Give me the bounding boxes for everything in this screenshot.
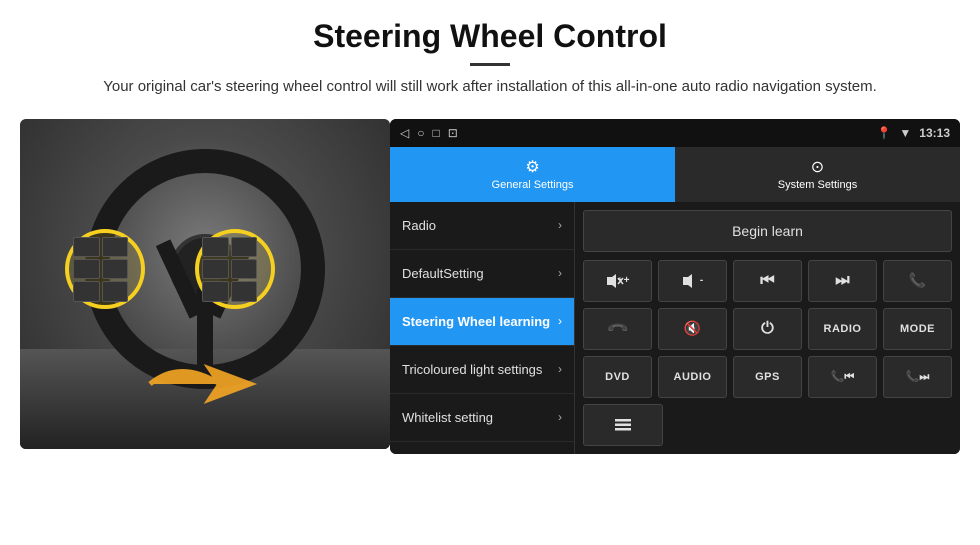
tel-next-button[interactable]: 📞⏭ [883, 356, 952, 398]
begin-learn-row: Begin learn [583, 210, 952, 252]
default-arrow-icon: › [558, 266, 562, 280]
dvd-button[interactable]: DVD [583, 356, 652, 398]
page-subtitle: Your original car's steering wheel contr… [60, 76, 920, 99]
tel-prev-button[interactable]: 📞⏮ [808, 356, 877, 398]
gps-button[interactable]: GPS [733, 356, 802, 398]
clock: 13:13 [919, 126, 950, 140]
control-panel: Begin learn + + [575, 202, 960, 454]
begin-learn-button[interactable]: Begin learn [583, 210, 952, 252]
back-icon[interactable]: ◁ [400, 126, 409, 140]
control-grid: + + - ⏮ [583, 260, 952, 446]
tabs-row: ⚙ General Settings ⊙ System Settings [390, 147, 960, 202]
screen-icon[interactable]: ⊡ [448, 126, 458, 140]
arrow-graphic [140, 349, 260, 419]
menu-item-whitelist[interactable]: Whitelist setting › [390, 394, 574, 442]
general-settings-icon: ⚙ [525, 157, 539, 177]
settings-content: Radio › DefaultSetting › Steering Wheel … [390, 202, 960, 454]
menu-tricoloured-label: Tricoloured light settings [402, 362, 542, 377]
tab-system-label: System Settings [778, 179, 857, 191]
page-title: Steering Wheel Control [60, 18, 920, 55]
dvd-label: DVD [605, 371, 630, 383]
title-divider [470, 63, 510, 66]
audio-button[interactable]: AUDIO [658, 356, 727, 398]
control-row-1: + + - ⏮ [583, 260, 952, 302]
svg-text:+: + [617, 275, 622, 284]
mute-button[interactable]: 🔇 [658, 308, 727, 350]
menu-default-label: DefaultSetting [402, 266, 484, 281]
radio-arrow-icon: › [558, 218, 562, 232]
home-icon[interactable]: ○ [417, 126, 424, 140]
whitelist-arrow-icon: › [558, 410, 562, 424]
tab-system[interactable]: ⊙ System Settings [675, 147, 960, 202]
menu-item-tricoloured[interactable]: Tricoloured light settings › [390, 346, 574, 394]
tab-general[interactable]: ⚙ General Settings [390, 147, 675, 202]
radio-mode-button[interactable]: RADIO [808, 308, 877, 350]
gps-label: GPS [755, 371, 780, 383]
status-right: 📍 ▼ 13:13 [876, 126, 950, 140]
control-row-3: DVD AUDIO GPS 📞⏮ 📞⏭ [583, 356, 952, 398]
control-row-2: 📞 🔇 ⏻ RADIO MODE [583, 308, 952, 350]
wifi-icon: ▼ [899, 126, 911, 140]
system-settings-icon: ⊙ [811, 157, 824, 177]
location-icon: 📍 [876, 126, 891, 140]
mode-button[interactable]: MODE [883, 308, 952, 350]
page-header: Steering Wheel Control Your original car… [0, 0, 980, 109]
vol-down-button[interactable]: - [658, 260, 727, 302]
prev-track-button[interactable]: ⏮ [733, 260, 802, 302]
tricoloured-arrow-icon: › [558, 362, 562, 376]
nav-icons: ◁ ○ □ ⊡ [400, 126, 458, 140]
menu-item-radio[interactable]: Radio › [390, 202, 574, 250]
vol-up-button[interactable]: + + [583, 260, 652, 302]
status-bar: ◁ ○ □ ⊡ 📍 ▼ 13:13 [390, 119, 960, 147]
mode-btn-label: MODE [900, 323, 935, 335]
android-panel: ◁ ○ □ ⊡ 📍 ▼ 13:13 ⚙ General Settings ⊙ S… [390, 119, 960, 454]
list-button[interactable] [583, 404, 663, 446]
steering-arrow-icon: › [558, 314, 562, 328]
menu-item-default[interactable]: DefaultSetting › [390, 250, 574, 298]
phone-hangup-button[interactable]: 📞 [583, 308, 652, 350]
menu-list: Radio › DefaultSetting › Steering Wheel … [390, 202, 575, 454]
menu-whitelist-label: Whitelist setting [402, 410, 493, 425]
phone-answer-button[interactable]: 📞 [883, 260, 952, 302]
control-row-4 [583, 404, 952, 446]
recents-icon[interactable]: □ [432, 126, 439, 140]
menu-item-steering[interactable]: Steering Wheel learning › [390, 298, 574, 346]
steering-wheel-image [20, 119, 390, 449]
tab-general-label: General Settings [492, 179, 574, 191]
radio-btn-label: RADIO [824, 323, 862, 335]
menu-steering-label: Steering Wheel learning [402, 314, 550, 329]
menu-radio-label: Radio [402, 218, 436, 233]
next-track-button[interactable]: ⏭ [808, 260, 877, 302]
audio-label: AUDIO [674, 371, 712, 383]
power-button[interactable]: ⏻ [733, 308, 802, 350]
